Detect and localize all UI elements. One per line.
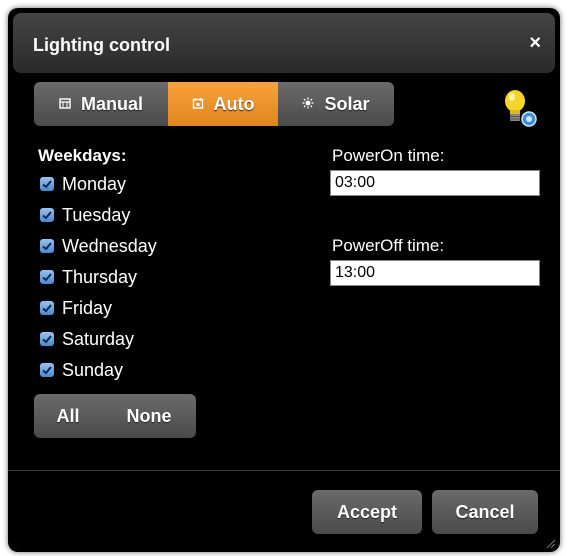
thursday-label: Thursday [62, 266, 138, 287]
tuesday-checkbox[interactable] [40, 208, 54, 222]
sun-icon [302, 97, 314, 112]
cancel-button[interactable]: Cancel [432, 490, 538, 534]
accept-button[interactable]: Accept [312, 490, 422, 534]
saturday-checkbox[interactable] [40, 332, 54, 346]
day-row-sunday[interactable]: Sunday [40, 358, 123, 382]
day-row-wednesday[interactable]: Wednesday [40, 234, 157, 258]
lighting-control-dialog: Lighting control × Manual Auto Solar Wee… [8, 8, 560, 552]
select-all-button[interactable]: All [34, 394, 102, 438]
sunday-checkbox[interactable] [40, 363, 54, 377]
monday-checkbox[interactable] [40, 177, 54, 191]
saturday-label: Saturday [62, 328, 135, 349]
weekdays-heading: Weekdays: [38, 146, 127, 165]
lightbulb-icon [502, 88, 538, 128]
day-row-friday[interactable]: Friday [40, 296, 112, 320]
close-icon[interactable]: × [529, 33, 541, 53]
day-row-tuesday[interactable]: Tuesday [40, 203, 130, 227]
resize-grip-icon[interactable] [544, 536, 556, 549]
poweroff-time-input[interactable] [330, 260, 540, 286]
tuesday-label: Tuesday [62, 204, 131, 225]
calendar-grid-icon [59, 97, 71, 112]
footer-divider [8, 470, 560, 471]
thursday-checkbox[interactable] [40, 270, 54, 284]
day-row-saturday[interactable]: Saturday [40, 327, 134, 351]
mode-selector: Manual Auto Solar [34, 82, 394, 126]
poweron-time-input[interactable] [330, 170, 540, 196]
select-none-button[interactable]: None [102, 394, 196, 438]
day-row-monday[interactable]: Monday [40, 172, 126, 196]
calendar-icon [192, 97, 204, 112]
poweroff-label: PowerOff time: [332, 236, 445, 255]
poweron-label: PowerOn time: [332, 146, 445, 165]
mode-auto-button[interactable]: Auto [168, 82, 278, 126]
wednesday-label: Wednesday [62, 235, 157, 256]
mode-solar-button[interactable]: Solar [278, 82, 394, 126]
mode-auto-label: Auto [213, 93, 255, 114]
monday-label: Monday [62, 173, 127, 194]
select-days-group: All None [34, 394, 196, 438]
wednesday-checkbox[interactable] [40, 239, 54, 253]
friday-label: Friday [62, 297, 113, 318]
dialog-titlebar[interactable]: Lighting control × [13, 13, 555, 73]
day-row-thursday[interactable]: Thursday [40, 265, 137, 289]
mode-manual-button[interactable]: Manual [34, 82, 168, 126]
sunday-label: Sunday [62, 359, 124, 380]
friday-checkbox[interactable] [40, 301, 54, 315]
dialog-title: Lighting control [33, 35, 170, 55]
mode-solar-label: Solar [324, 93, 370, 114]
mode-manual-label: Manual [80, 93, 143, 114]
